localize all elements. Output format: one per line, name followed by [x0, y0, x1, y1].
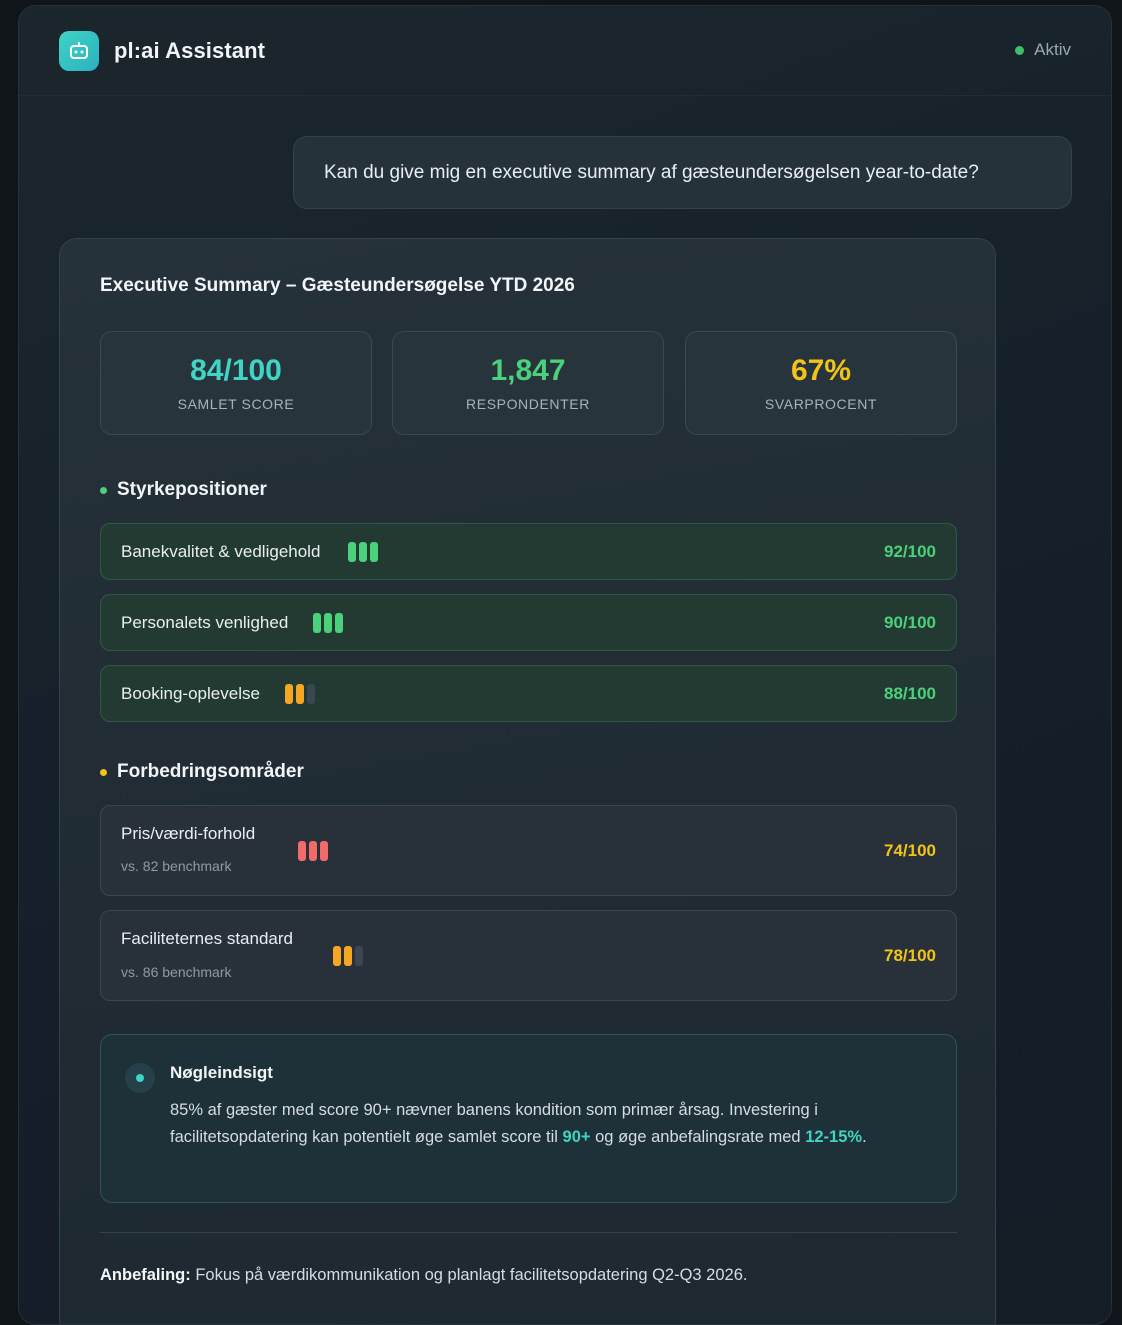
dot-icon — [125, 1063, 155, 1093]
improvements-heading: Forbedringsområder — [100, 761, 304, 783]
stat-svarprocent: 67% SVARPROCENT — [685, 331, 957, 435]
row-label: Pris/værdi-forhold — [121, 824, 256, 843]
improvements-title: Forbedringsområder — [117, 761, 304, 782]
rating-bars — [333, 946, 363, 966]
stat-label: SAMLET SCORE — [177, 396, 295, 412]
strength-row: Personalets venlighed 90/100 — [100, 594, 957, 651]
rating-bars — [348, 542, 378, 562]
recommendation-label: Anbefaling: — [100, 1266, 191, 1284]
summary-title: Executive Summary – Gæsteundersøgelse YT… — [100, 275, 575, 296]
stat-label: RESPONDENTER — [466, 396, 590, 412]
stat-label: SVARPROCENT — [764, 396, 878, 412]
row-label: Faciliteternes standard — [121, 929, 293, 948]
user-message-text: Kan du give mig en executive summary af … — [324, 161, 979, 183]
robot-icon — [59, 30, 99, 71]
status-label: Aktiv — [1034, 40, 1071, 59]
green-dot-icon — [100, 486, 107, 494]
status-dot-icon — [1015, 45, 1025, 55]
row-score: 92/100 — [884, 542, 936, 561]
recommendation-text: Fokus på værdikommunikation og planlagt … — [190, 1266, 748, 1284]
improvement-row: Pris/værdi-forhold vs. 82 benchmark 74/1… — [100, 805, 957, 896]
row-score: 78/100 — [884, 946, 936, 965]
rating-bars — [313, 613, 343, 633]
stat-value: 1,847 — [490, 354, 566, 387]
row-score: 74/100 — [884, 841, 936, 860]
stat-respondenter: 1,847 RESPONDENTER — [392, 331, 664, 435]
chat-window: pl:ai Assistant Aktiv Kan du give mig en… — [18, 5, 1112, 1325]
rating-bars — [285, 684, 315, 704]
strengths-title: Styrkepositioner — [117, 479, 267, 500]
stat-value: 67% — [790, 354, 852, 387]
row-label: Booking-oplevelse — [121, 684, 260, 703]
stat-value: 84/100 — [190, 354, 282, 387]
header: pl:ai Assistant Aktiv — [19, 6, 1111, 96]
assistant-response-card: Executive Summary – Gæsteundersøgelse YT… — [59, 238, 996, 1324]
row-label: Banekvalitet & vedligehold — [121, 542, 321, 561]
highlight: 90+ — [562, 1128, 591, 1146]
insight-title: Nøgleindsigt — [170, 1063, 273, 1082]
strength-row: Booking-oplevelse 88/100 — [100, 665, 957, 722]
insight-text: 85% af gæster med score 90+ nævner banen… — [170, 1101, 867, 1146]
strengths-heading: Styrkepositioner — [100, 479, 267, 501]
row-score: 90/100 — [884, 613, 936, 632]
yellow-dot-icon — [100, 768, 107, 776]
row-label: Personalets venlighed — [121, 613, 289, 632]
row-benchmark: vs. 86 benchmark — [121, 964, 232, 980]
row-score: 88/100 — [884, 684, 936, 703]
strength-row: Banekvalitet & vedligehold 92/100 — [100, 523, 957, 580]
status-indicator: Aktiv — [1015, 40, 1071, 60]
app-title: pl:ai Assistant — [114, 37, 266, 63]
row-benchmark: vs. 82 benchmark — [121, 858, 232, 874]
stat-samlet-score: 84/100 SAMLET SCORE — [100, 331, 372, 435]
divider — [100, 1232, 957, 1233]
key-insight-box: Nøgleindsigt 85% af gæster med score 90+… — [100, 1034, 957, 1203]
highlight: 12-15% — [805, 1128, 863, 1146]
improvement-row: Faciliteternes standard vs. 86 benchmark… — [100, 910, 957, 1001]
user-message: Kan du give mig en executive summary af … — [293, 136, 1072, 209]
recommendation: Anbefaling: Fokus på værdikommunikation … — [100, 1266, 747, 1285]
rating-bars — [298, 841, 328, 861]
